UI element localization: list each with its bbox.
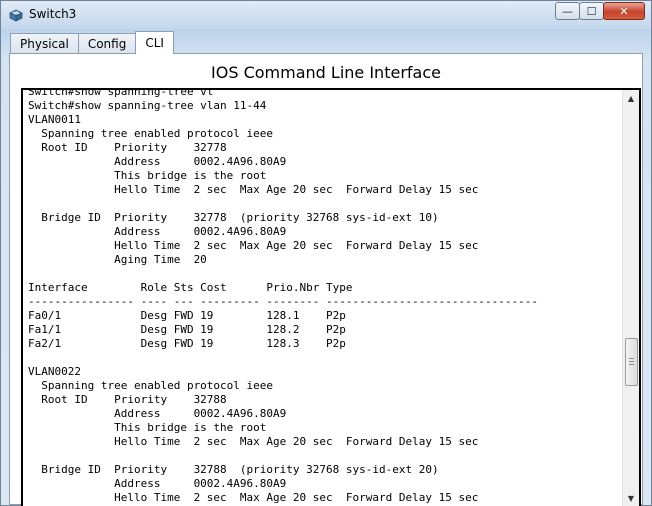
terminal-line: Address 0002.4A96.80A9 <box>28 477 287 490</box>
terminal-line: Hello Time 2 sec Max Age 20 sec Forward … <box>28 435 479 448</box>
title-bar[interactable]: Switch3 — ☐ ✕ <box>1 1 651 29</box>
terminal-line: Fa2/1 Desg FWD 19 128.3 P2p <box>28 337 346 350</box>
cli-panel: IOS Command Line Interface Switch#show s… <box>9 53 643 506</box>
terminal-line: Bridge ID Priority 32788 (priority 32768… <box>28 463 439 476</box>
terminal-line: ---------------- ---- --- --------- ----… <box>28 295 538 308</box>
terminal-line: Bridge ID Priority 32778 (priority 32768… <box>28 211 439 224</box>
scroll-thumb[interactable] <box>625 338 638 386</box>
terminal-line: Hello Time 2 sec Max Age 20 sec Forward … <box>28 183 479 196</box>
terminal-line: Fa0/1 Desg FWD 19 128.1 P2p <box>28 309 346 322</box>
close-button[interactable]: ✕ <box>603 2 645 20</box>
switch-window: Switch3 — ☐ ✕ Physical Config CLI IOS Co… <box>0 0 652 506</box>
terminal-line: VLAN0022 <box>28 365 81 378</box>
terminal-line: This bridge is the root <box>28 421 267 434</box>
tab-physical[interactable]: Physical <box>10 33 79 53</box>
terminal-line: Root ID Priority 32788 <box>28 393 227 406</box>
minimize-icon: — <box>562 4 573 18</box>
tab-config[interactable]: Config <box>77 33 137 53</box>
window-title: Switch3 <box>29 7 77 21</box>
terminal-line: Address 0002.4A96.80A9 <box>28 225 287 238</box>
tab-bar: Physical Config CLI <box>10 31 174 54</box>
terminal-line: Aging Time 20 <box>28 253 207 266</box>
terminal-line: VLAN0011 <box>28 113 81 126</box>
cisco-switch-icon <box>9 9 23 22</box>
tab-label: CLI <box>145 36 164 50</box>
terminal-line: Root ID Priority 32778 <box>28 141 227 154</box>
terminal-line: Spanning tree enabled protocol ieee <box>28 127 274 140</box>
terminal-line: Spanning tree enabled protocol ieee <box>28 379 274 392</box>
cli-terminal[interactable]: Switch#show spanning-tree vl Switch#show… <box>21 88 641 506</box>
grip-line <box>629 364 634 365</box>
tab-label: Physical <box>20 36 69 51</box>
tab-label: Config <box>87 36 127 51</box>
terminal-line: Address 0002.4A96.80A9 <box>28 407 287 420</box>
minimize-button[interactable]: — <box>555 2 580 20</box>
maximize-button[interactable]: ☐ <box>579 2 604 20</box>
terminal-scrollbar[interactable]: ▲ ▼ <box>622 90 639 506</box>
terminal-line: Switch#show spanning-tree vl <box>28 88 214 98</box>
grip-line <box>629 361 634 362</box>
terminal-line: Hello Time 2 sec Max Age 20 sec Forward … <box>28 491 479 504</box>
scroll-down-icon[interactable]: ▼ <box>623 490 639 506</box>
terminal-line: Fa1/1 Desg FWD 19 128.2 P2p <box>28 323 346 336</box>
terminal-line: Interface Role Sts Cost Prio.Nbr Type <box>28 281 353 294</box>
scroll-up-icon[interactable]: ▲ <box>623 90 639 106</box>
terminal-line: This bridge is the root <box>28 169 267 182</box>
grip-line <box>629 358 634 359</box>
terminal-line: Address 0002.4A96.80A9 <box>28 155 287 168</box>
tab-cli[interactable]: CLI <box>135 31 174 54</box>
caption-buttons: — ☐ ✕ <box>555 2 645 22</box>
terminal-line: Switch#show spanning-tree vlan 11-44 <box>28 99 267 112</box>
close-icon: ✕ <box>619 4 629 18</box>
terminal-output[interactable]: Switch#show spanning-tree vl Switch#show… <box>28 88 538 505</box>
maximize-icon: ☐ <box>586 4 597 18</box>
terminal-line: Hello Time 2 sec Max Age 20 sec Forward … <box>28 239 479 252</box>
cli-heading: IOS Command Line Interface <box>211 63 441 82</box>
